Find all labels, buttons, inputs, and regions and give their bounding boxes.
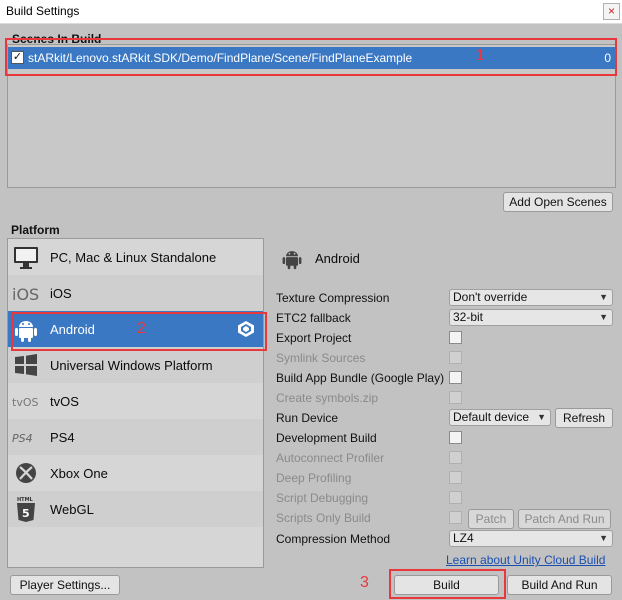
export-project-checkbox[interactable] [449,331,462,344]
platform-label: PC, Mac & Linux Standalone [50,250,217,265]
compression-method-dropdown[interactable]: LZ4 ▼ [449,530,613,547]
android-icon [282,251,302,270]
platform-label: Universal Windows Platform [50,358,213,373]
autoconnect-profiler-checkbox[interactable] [449,451,462,464]
scripts-only-build-checkbox[interactable] [449,511,462,524]
build-and-run-button[interactable]: Build And Run [507,575,612,595]
annotation-number-1: 1 [476,47,485,64]
html5-icon: HTML 5 [17,497,35,522]
annotation-number-2: 2 [137,320,146,337]
texture-compression-dropdown[interactable]: Don't override ▼ [449,289,613,306]
add-open-scenes-button[interactable]: Add Open Scenes [503,192,613,212]
scene-path: stARkit/Lenovo.stARkit.SDK/Demo/FindPlan… [28,51,413,65]
platform-item-uwp[interactable]: Universal Windows Platform [8,347,263,383]
script-debugging-label: Script Debugging [276,491,369,505]
patch-and-run-button[interactable]: Patch And Run [518,509,611,529]
settings-platform-title: Android [315,251,360,266]
scene-row[interactable]: ✓ stARkit/Lenovo.stARkit.SDK/Demo/FindPl… [8,47,615,69]
platform-item-ps4[interactable]: PS4 PS4 [8,419,263,455]
build-app-bundle-label: Build App Bundle (Google Play) [276,371,445,385]
platform-item-webgl[interactable]: HTML 5 WebGL [8,491,263,527]
platform-list: PC, Mac & Linux Standalone iOS iOS Andro… [7,238,264,568]
script-debugging-checkbox[interactable] [449,491,462,504]
run-device-label: Run Device [276,411,339,425]
platform-item-tvos[interactable]: tvOS tvOS [8,383,263,419]
chevron-down-icon: ▼ [599,312,608,322]
platform-item-xbox[interactable]: Xbox One [8,455,263,491]
xbox-icon [16,463,36,483]
platform-label: iOS [50,286,72,301]
ps4-icon: PS4 [12,432,33,445]
build-button[interactable]: Build [394,575,499,595]
title-bar: Build Settings × [0,0,622,24]
etc2-fallback-dropdown[interactable]: 32-bit ▼ [449,309,613,326]
run-device-dropdown[interactable]: Default device ▼ [449,409,551,426]
create-symbols-label: Create symbols.zip [276,391,379,405]
build-app-bundle-checkbox[interactable] [449,371,462,384]
platform-item-ios[interactable]: iOS iOS [8,275,263,311]
etc2-fallback-value: 32-bit [453,310,484,324]
ios-icon: iOS [12,285,39,304]
window-title: Build Settings [6,4,80,18]
symlink-sources-checkbox[interactable] [449,351,462,364]
scene-checkbox[interactable]: ✓ [11,51,24,64]
run-device-value: Default device [453,410,530,424]
platform-label: PS4 [50,430,75,445]
create-symbols-checkbox[interactable] [449,391,462,404]
chevron-down-icon: ▼ [599,533,608,543]
platform-label: WebGL [50,502,94,517]
export-project-label: Export Project [276,331,352,345]
deep-profiling-checkbox[interactable] [449,471,462,484]
svg-text:PS4: PS4 [12,432,33,445]
texture-compression-label: Texture Compression [276,291,390,305]
tvos-icon: tvOS [12,396,38,409]
windows-icon [15,354,37,376]
chevron-down-icon: ▼ [537,412,546,422]
svg-text:iOS: iOS [12,285,39,304]
android-icon [15,321,37,342]
platform-label: tvOS [50,394,79,409]
svg-text:tvOS: tvOS [12,396,38,409]
platform-header: Platform [11,223,60,237]
platform-label: Xbox One [50,466,108,481]
autoconnect-profiler-label: Autoconnect Profiler [276,451,385,465]
platform-item-android[interactable]: Android [8,311,263,347]
player-settings-button[interactable]: Player Settings... [10,575,120,595]
monitor-icon [14,247,38,269]
scenes-list: ✓ stARkit/Lenovo.stARkit.SDK/Demo/FindPl… [7,44,616,188]
development-build-checkbox[interactable] [449,431,462,444]
symlink-sources-label: Symlink Sources [276,351,366,365]
refresh-button[interactable]: Refresh [555,408,613,428]
compression-method-label: Compression Method [276,532,391,546]
platform-item-standalone[interactable]: PC, Mac & Linux Standalone [8,239,263,275]
scripts-only-build-label: Scripts Only Build [276,511,371,525]
cloud-build-link[interactable]: Learn about Unity Cloud Build [446,553,605,567]
patch-button[interactable]: Patch [468,509,514,529]
development-build-label: Development Build [276,431,377,445]
platform-label: Android [50,322,95,337]
svg-text:HTML: HTML [17,497,34,503]
compression-method-value: LZ4 [453,531,474,545]
annotation-number-3: 3 [360,574,369,591]
scene-index: 0 [604,51,611,65]
texture-compression-value: Don't override [453,290,528,304]
svg-text:5: 5 [22,507,30,520]
unity-logo-icon [238,321,254,337]
close-icon[interactable]: × [603,3,620,20]
etc2-fallback-label: ETC2 fallback [276,311,351,325]
chevron-down-icon: ▼ [599,292,608,302]
deep-profiling-label: Deep Profiling [276,471,352,485]
